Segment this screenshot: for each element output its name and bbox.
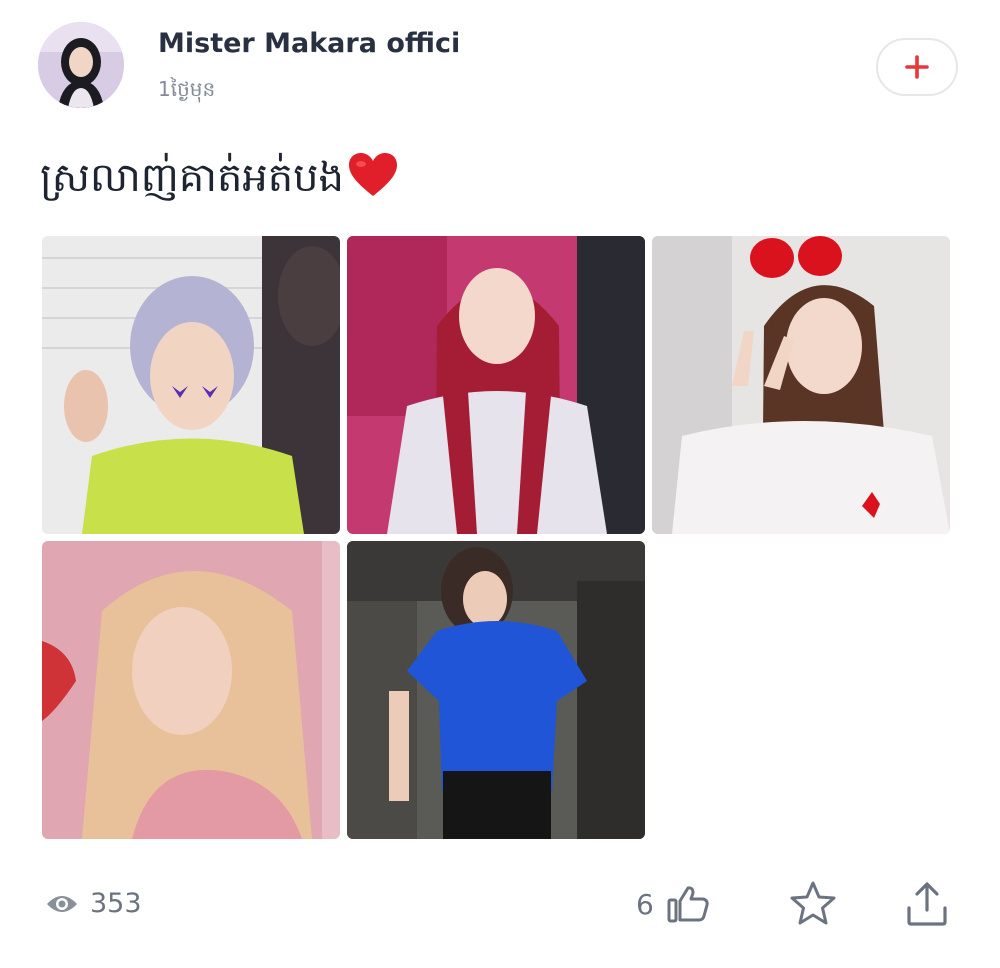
views-counter: 353: [46, 888, 142, 919]
photo-3[interactable]: [652, 236, 950, 534]
photo-1[interactable]: [42, 236, 340, 534]
thumbs-up-icon: [667, 886, 709, 923]
views-count: 353: [90, 888, 142, 919]
photo-5-image: [347, 541, 645, 839]
author-name[interactable]: Mister Makara offici: [158, 28, 460, 59]
follow-button[interactable]: [876, 38, 958, 96]
photo-grid: [42, 236, 950, 840]
photo-3-image: [652, 236, 950, 534]
plus-icon: [905, 55, 929, 79]
author-avatar[interactable]: [38, 22, 124, 108]
like-button[interactable]: 6: [636, 884, 710, 924]
post-text-content: ស្រលាញ់គាត់អត់បង: [40, 155, 344, 201]
favorite-button[interactable]: [788, 880, 838, 932]
photo-2[interactable]: [347, 236, 645, 534]
post-text: ស្រលាញ់គាត់អត់បង: [40, 152, 398, 211]
avatar-image: [38, 22, 124, 108]
share-icon: [907, 882, 947, 926]
photo-1-image: [42, 236, 340, 534]
photo-4-image: [42, 541, 340, 839]
photo-4[interactable]: [42, 541, 340, 839]
photo-2-image: [347, 236, 645, 534]
photo-5[interactable]: [347, 541, 645, 839]
likes-count: 6: [636, 887, 654, 921]
star-icon: [790, 881, 836, 925]
eye-icon: [47, 895, 77, 912]
heart-icon: [348, 152, 398, 208]
post-time: 1ថ្ងៃមុន: [158, 77, 216, 101]
share-button[interactable]: [904, 880, 950, 932]
